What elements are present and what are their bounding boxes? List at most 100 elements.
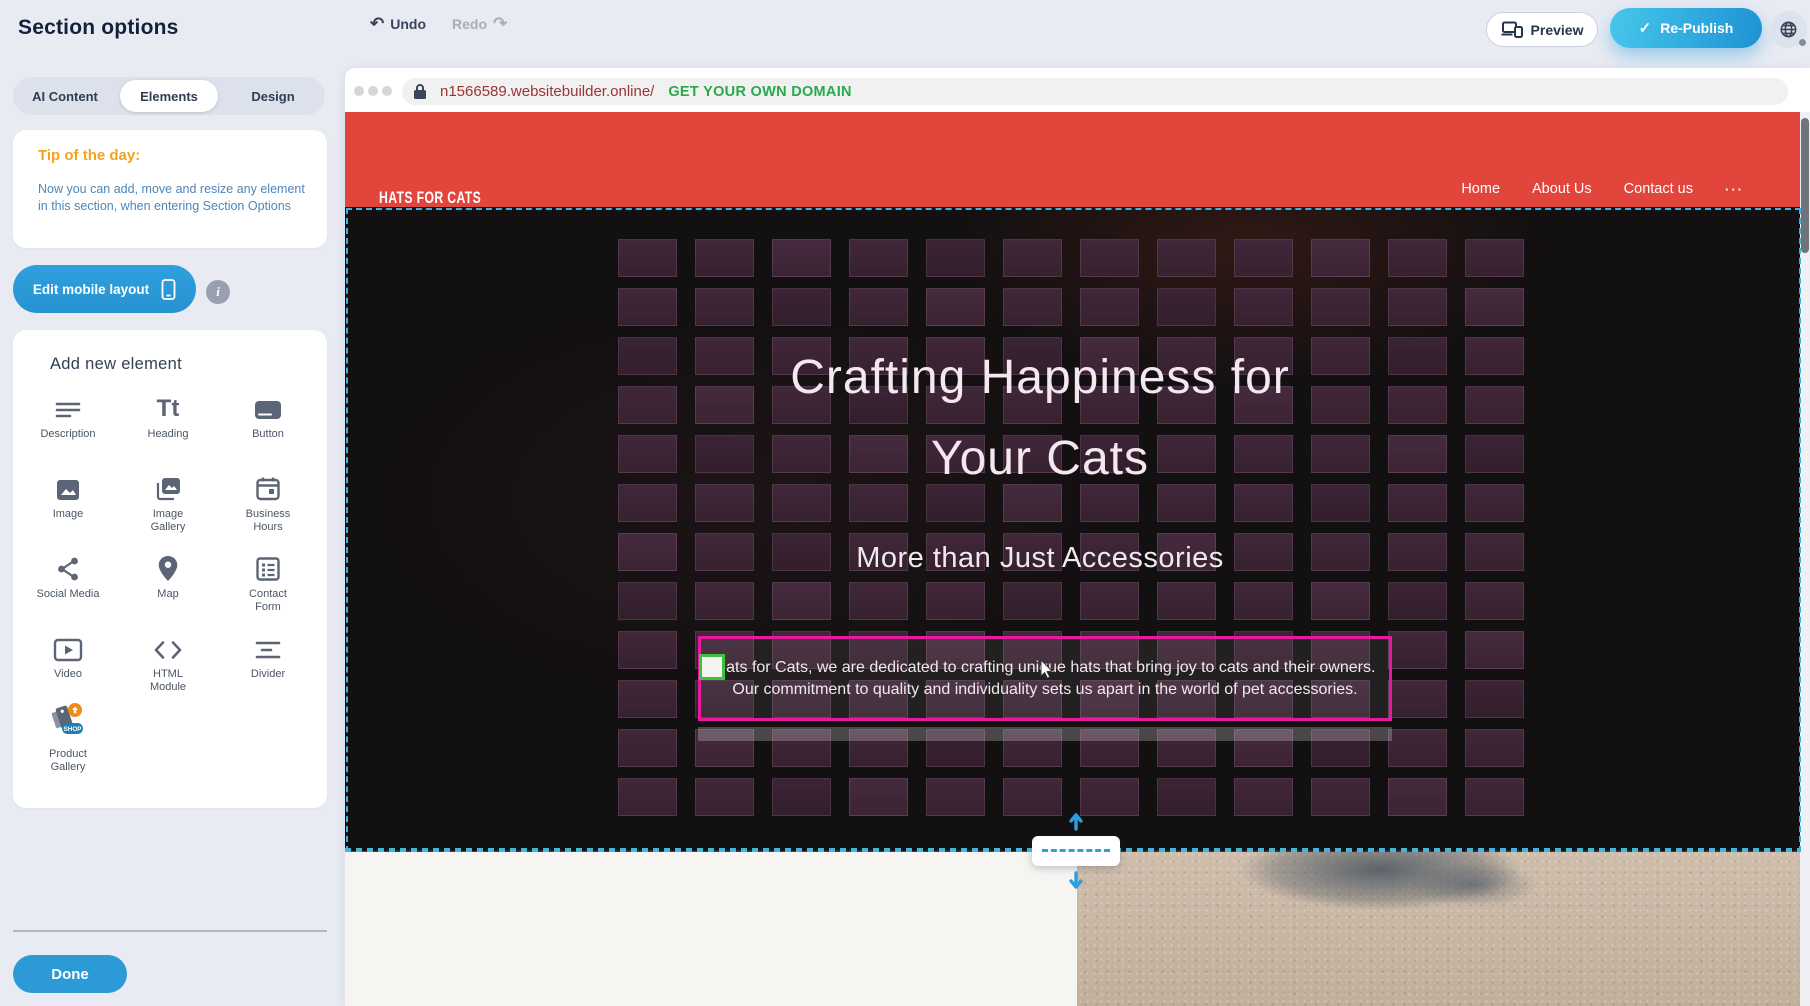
element-divider[interactable]: Divider — [220, 628, 316, 708]
resize-dash-line — [1042, 849, 1110, 852]
element-hover-strip — [698, 727, 1392, 741]
history-controls: ↶ Undo Redo ↷ — [370, 15, 507, 32]
globe-status-dot — [1799, 39, 1806, 46]
paving-photo — [1077, 851, 1800, 1006]
tab-ai-content[interactable]: AI Content — [16, 80, 114, 112]
hero-tile — [849, 778, 908, 816]
hero-tile — [1311, 582, 1370, 620]
browser-preview-window: n1566589.websitebuilder.online/ GET YOUR… — [345, 68, 1810, 1006]
element-map[interactable]: Map — [120, 548, 216, 628]
element-html-module[interactable]: HTML Module — [120, 628, 216, 708]
site-nav: Home About Us Contact us ··· — [1461, 176, 1744, 202]
page-title: Section options — [18, 16, 179, 40]
republish-button[interactable]: ✓ Re-Publish — [1610, 8, 1762, 48]
hero-tile — [1388, 239, 1447, 277]
hero-tile — [849, 582, 908, 620]
description-icon — [54, 388, 82, 422]
hero-tile — [1157, 582, 1216, 620]
hero-tile — [1311, 288, 1370, 326]
redo-label: Redo — [452, 16, 487, 32]
hero-tile — [772, 239, 831, 277]
hero-tile — [618, 239, 677, 277]
tip-body: Now you can add, move and resize any ele… — [38, 181, 306, 215]
get-domain-link[interactable]: GET YOUR OWN DOMAIN — [668, 84, 851, 100]
section-resize-handle[interactable] — [1032, 836, 1120, 866]
hero-tile — [618, 680, 677, 718]
element-button[interactable]: Button — [220, 388, 316, 468]
site-header: HATS FOR CATS Home About Us Contact us ·… — [345, 112, 1800, 207]
element-description[interactable]: Description — [20, 388, 116, 468]
product-gallery-icon: SHOP — [46, 708, 90, 742]
element-heading[interactable]: Tt Heading — [120, 388, 216, 468]
scrollbar-thumb[interactable] — [1801, 118, 1809, 253]
address-bar[interactable]: n1566589.websitebuilder.online/ GET YOUR… — [402, 78, 1788, 105]
hero-tile — [1234, 582, 1293, 620]
republish-label: Re-Publish — [1660, 20, 1733, 36]
browser-dot-1 — [354, 86, 364, 96]
hero-tile — [1003, 239, 1062, 277]
nav-about-us[interactable]: About Us — [1532, 181, 1592, 197]
undo-button[interactable]: ↶ Undo — [370, 15, 426, 32]
site-logo[interactable]: HATS FOR CATS — [379, 188, 481, 208]
hero-tile — [695, 582, 754, 620]
element-drag-handle[interactable] — [699, 654, 725, 680]
edit-mobile-layout-button[interactable]: Edit mobile layout — [13, 265, 196, 313]
hero-tile — [1080, 288, 1139, 326]
check-icon: ✓ — [1639, 19, 1652, 37]
hero-tile — [1388, 778, 1447, 816]
language-globe-button[interactable] — [1770, 11, 1807, 48]
business-hours-icon — [255, 468, 281, 502]
site-url: n1566589.websitebuilder.online/ — [440, 83, 654, 100]
hero-tile — [1080, 582, 1139, 620]
hero-tile — [1234, 778, 1293, 816]
phone-icon — [161, 279, 176, 300]
element-image[interactable]: Image — [20, 468, 116, 548]
hero-tile — [695, 778, 754, 816]
preview-label: Preview — [1531, 22, 1584, 38]
element-social-media[interactable]: Social Media — [20, 548, 116, 628]
globe-icon — [1778, 19, 1799, 40]
hero-tile — [1465, 631, 1524, 669]
element-product-gallery[interactable]: SHOP Product Gallery — [20, 708, 116, 788]
hero-tile — [1080, 239, 1139, 277]
hero-tile — [849, 288, 908, 326]
heading-icon: Tt — [157, 388, 180, 422]
nav-home[interactable]: Home — [1461, 181, 1500, 197]
redo-button[interactable]: Redo ↷ — [452, 15, 507, 32]
element-contact-form[interactable]: Contact Form — [220, 548, 316, 628]
hero-tile — [1003, 778, 1062, 816]
hero-tile — [618, 729, 677, 767]
hero-tile — [926, 778, 985, 816]
element-grid: Description Tt Heading Button Image — [18, 388, 318, 788]
hero-tile — [926, 239, 985, 277]
hero-tile — [772, 778, 831, 816]
preview-button[interactable]: Preview — [1486, 12, 1598, 47]
hero-tile — [1157, 778, 1216, 816]
nav-more-menu[interactable]: ··· — [1725, 182, 1744, 197]
next-section[interactable] — [345, 851, 1800, 1006]
video-icon — [53, 628, 83, 662]
hero-tile — [1311, 778, 1370, 816]
redo-icon: ↷ — [493, 15, 507, 32]
hero-tile — [1234, 239, 1293, 277]
hero-heading[interactable]: Crafting Happiness for Your Cats — [540, 337, 1540, 499]
tab-design[interactable]: Design — [224, 80, 322, 112]
hero-tile — [618, 288, 677, 326]
info-button[interactable]: i — [206, 280, 230, 304]
image-gallery-icon — [154, 468, 182, 502]
element-video[interactable]: Video — [20, 628, 116, 708]
panel-tabs: AI Content Elements Design — [13, 77, 325, 115]
image-icon — [55, 468, 81, 502]
hero-tile — [1157, 288, 1216, 326]
done-button[interactable]: Done — [13, 955, 127, 993]
nav-contact-us[interactable]: Contact us — [1624, 181, 1693, 197]
hero-tile — [695, 288, 754, 326]
tab-elements[interactable]: Elements — [120, 80, 218, 112]
element-business-hours[interactable]: Business Hours — [220, 468, 316, 548]
info-icon: i — [216, 284, 220, 300]
hero-tile — [1388, 680, 1447, 718]
hero-section[interactable]: Crafting Happiness for Your Cats More th… — [345, 207, 1800, 851]
element-image-gallery[interactable]: Image Gallery — [120, 468, 216, 548]
add-element-title: Add new element — [50, 355, 182, 374]
hero-subheading[interactable]: More than Just Accessories — [540, 542, 1540, 575]
